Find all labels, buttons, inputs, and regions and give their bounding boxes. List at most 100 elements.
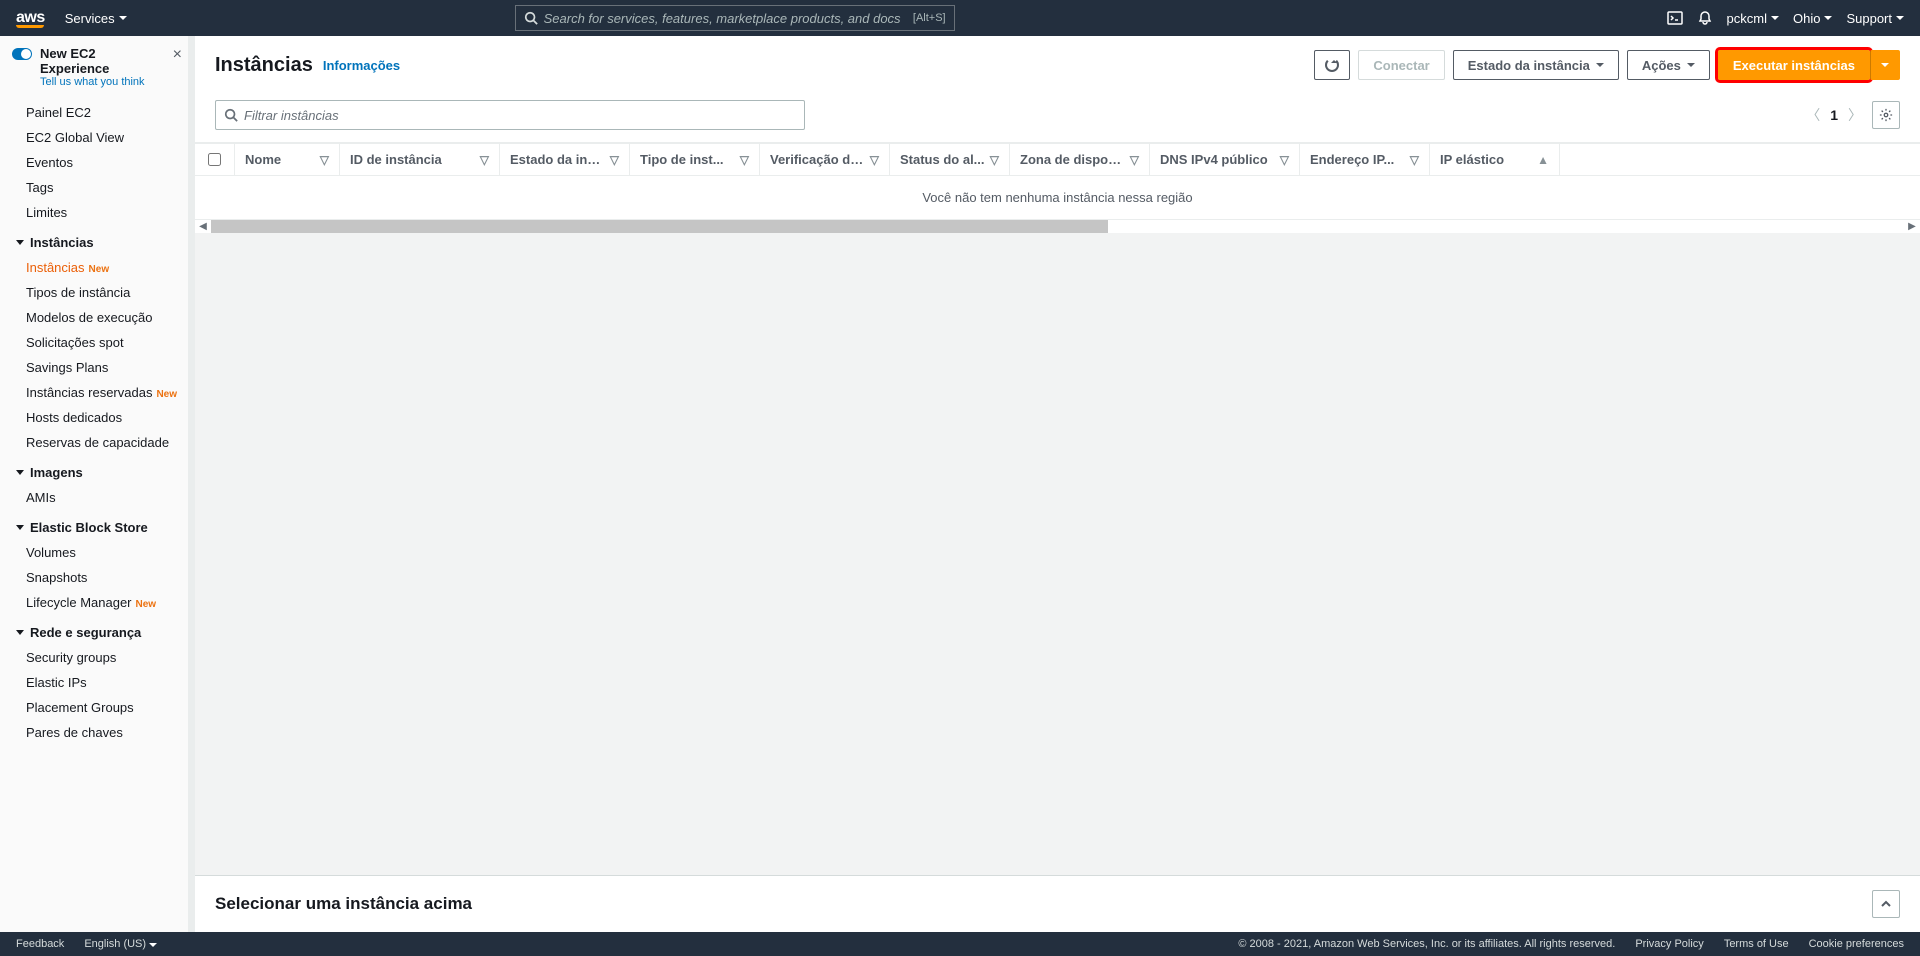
connect-button: Conectar bbox=[1358, 50, 1444, 80]
sidebar-item[interactable]: Volumes bbox=[0, 540, 194, 565]
sidebar-item[interactable]: AMIs bbox=[0, 485, 194, 510]
sidebar-group[interactable]: Imagens bbox=[0, 455, 194, 485]
sort-icon: ▽ bbox=[990, 153, 999, 167]
page-number: 1 bbox=[1830, 107, 1838, 123]
column-header[interactable]: Status do al...▽ bbox=[890, 144, 1010, 175]
privacy-link[interactable]: Privacy Policy bbox=[1635, 938, 1703, 950]
account-label: pckcml bbox=[1727, 11, 1767, 26]
experience-feedback-link[interactable]: Tell us what you think bbox=[40, 76, 165, 88]
language-selector[interactable]: English (US) bbox=[84, 938, 157, 950]
column-header[interactable]: Verificação de s...▽ bbox=[760, 144, 890, 175]
details-panel-title: Selecionar uma instância acima bbox=[215, 894, 472, 914]
sort-icon: ▽ bbox=[480, 153, 489, 167]
launch-instances-dropdown[interactable] bbox=[1870, 50, 1900, 80]
column-header[interactable]: Zona de dispon...▽ bbox=[1010, 144, 1150, 175]
top-navbar: aws Services [Alt+S] pckcml Ohio Support bbox=[0, 0, 1920, 36]
sort-icon: ▲ bbox=[1537, 153, 1549, 167]
cookies-link[interactable]: Cookie preferences bbox=[1809, 938, 1904, 950]
page-header: Instâncias Informações Conectar Estado d… bbox=[195, 36, 1920, 143]
prev-page[interactable]: 〈 bbox=[1806, 105, 1820, 125]
sidebar-item[interactable]: Pares de chaves bbox=[0, 720, 194, 745]
caret-down-icon bbox=[1687, 63, 1695, 67]
column-label: IP elástico bbox=[1440, 152, 1504, 167]
horizontal-scrollbar[interactable]: ◀ ▶ bbox=[195, 219, 1920, 233]
sort-icon: ▽ bbox=[1280, 153, 1289, 167]
column-header[interactable]: Estado da inst...▽ bbox=[500, 144, 630, 175]
sidebar-item[interactable]: InstânciasNew bbox=[0, 255, 194, 280]
copyright: © 2008 - 2021, Amazon Web Services, Inc.… bbox=[1238, 938, 1615, 950]
column-header[interactable]: IP elástico ▲ bbox=[1430, 144, 1560, 175]
experience-toggle[interactable] bbox=[12, 48, 32, 60]
services-label: Services bbox=[65, 11, 115, 26]
new-experience-banner: New EC2 Experience Tell us what you thin… bbox=[0, 36, 194, 96]
new-badge: New bbox=[136, 599, 157, 610]
sidebar-group[interactable]: Elastic Block Store bbox=[0, 510, 194, 540]
sidebar-item[interactable]: Solicitações spot bbox=[0, 330, 194, 355]
info-link[interactable]: Informações bbox=[323, 58, 400, 73]
sidebar-item[interactable]: Snapshots bbox=[0, 565, 194, 590]
services-menu[interactable]: Services bbox=[57, 11, 135, 26]
sidebar-group[interactable]: Rede e segurança bbox=[0, 615, 194, 645]
column-header[interactable]: Tipo de inst...▽ bbox=[630, 144, 760, 175]
notifications-icon[interactable] bbox=[1697, 10, 1713, 26]
terms-link[interactable]: Terms of Use bbox=[1724, 938, 1789, 950]
filter-input[interactable] bbox=[244, 108, 796, 123]
column-header[interactable]: DNS IPv4 público ▽ bbox=[1150, 144, 1300, 175]
column-label: ID de instância bbox=[350, 152, 442, 167]
column-header[interactable]: Endereço IP...▽ bbox=[1300, 144, 1430, 175]
sidebar-item[interactable]: EC2 Global View bbox=[0, 125, 194, 150]
collapse-panel-button[interactable] bbox=[1872, 890, 1900, 918]
sidebar-item[interactable]: Security groups bbox=[0, 645, 194, 670]
sidebar-item[interactable]: Limites bbox=[0, 200, 194, 225]
empty-state: Você não tem nenhuma instância nessa reg… bbox=[195, 176, 1920, 219]
sidebar-item[interactable]: Modelos de execução bbox=[0, 305, 194, 330]
sidebar-item[interactable]: Tags bbox=[0, 175, 194, 200]
sidebar-item[interactable]: Placement Groups bbox=[0, 695, 194, 720]
footer: Feedback English (US) © 2008 - 2021, Ama… bbox=[0, 932, 1920, 956]
support-label: Support bbox=[1846, 11, 1892, 26]
global-search-input[interactable] bbox=[544, 11, 913, 26]
chevron-up-icon bbox=[1880, 898, 1892, 910]
sidebar-item[interactable]: Elastic IPs bbox=[0, 670, 194, 695]
region-label: Ohio bbox=[1793, 11, 1820, 26]
aws-logo[interactable]: aws bbox=[16, 9, 45, 28]
sidebar-item[interactable]: Painel EC2 bbox=[0, 100, 194, 125]
sidebar-item[interactable]: Savings Plans bbox=[0, 355, 194, 380]
sidebar-item[interactable]: Eventos bbox=[0, 150, 194, 175]
close-icon[interactable]: × bbox=[173, 46, 182, 64]
next-page[interactable]: 〉 bbox=[1848, 105, 1862, 125]
account-menu[interactable]: pckcml bbox=[1727, 11, 1779, 26]
search-icon bbox=[224, 108, 238, 122]
sidebar-scrollbar[interactable] bbox=[188, 36, 194, 932]
column-header[interactable]: Nome▽ bbox=[235, 144, 340, 175]
column-label: DNS IPv4 público bbox=[1160, 152, 1268, 167]
sidebar-item[interactable]: Reservas de capacidade bbox=[0, 430, 194, 455]
feedback-link[interactable]: Feedback bbox=[16, 938, 64, 950]
instance-state-button[interactable]: Estado da instância bbox=[1453, 50, 1619, 80]
column-label: Estado da inst... bbox=[510, 152, 606, 167]
sidebar-item[interactable]: Instâncias reservadasNew bbox=[0, 380, 194, 405]
search-icon bbox=[524, 11, 538, 25]
cloudshell-icon[interactable] bbox=[1667, 10, 1683, 26]
sidebar-item[interactable]: Lifecycle ManagerNew bbox=[0, 590, 194, 615]
sidebar-group[interactable]: Instâncias bbox=[0, 225, 194, 255]
launch-instances-button[interactable]: Executar instâncias bbox=[1718, 50, 1870, 80]
sort-icon: ▽ bbox=[870, 153, 879, 167]
select-all-checkbox[interactable] bbox=[208, 153, 221, 166]
sidebar-item[interactable]: Hosts dedicados bbox=[0, 405, 194, 430]
table-settings-button[interactable] bbox=[1872, 101, 1900, 129]
column-header[interactable]: ID de instância ▽ bbox=[340, 144, 500, 175]
region-menu[interactable]: Ohio bbox=[1793, 11, 1832, 26]
main-content: Instâncias Informações Conectar Estado d… bbox=[195, 36, 1920, 932]
sidebar-item[interactable]: Tipos de instância bbox=[0, 280, 194, 305]
actions-button[interactable]: Ações bbox=[1627, 50, 1710, 80]
sort-icon: ▽ bbox=[1130, 153, 1139, 167]
filter-instances[interactable] bbox=[215, 100, 805, 130]
content-gray-area bbox=[195, 233, 1920, 875]
support-menu[interactable]: Support bbox=[1846, 11, 1904, 26]
experience-title: New EC2 Experience bbox=[40, 46, 165, 76]
global-search[interactable]: [Alt+S] bbox=[515, 5, 955, 31]
refresh-button[interactable] bbox=[1314, 50, 1350, 80]
actions-label: Ações bbox=[1642, 58, 1681, 73]
sort-icon: ▽ bbox=[320, 153, 329, 167]
